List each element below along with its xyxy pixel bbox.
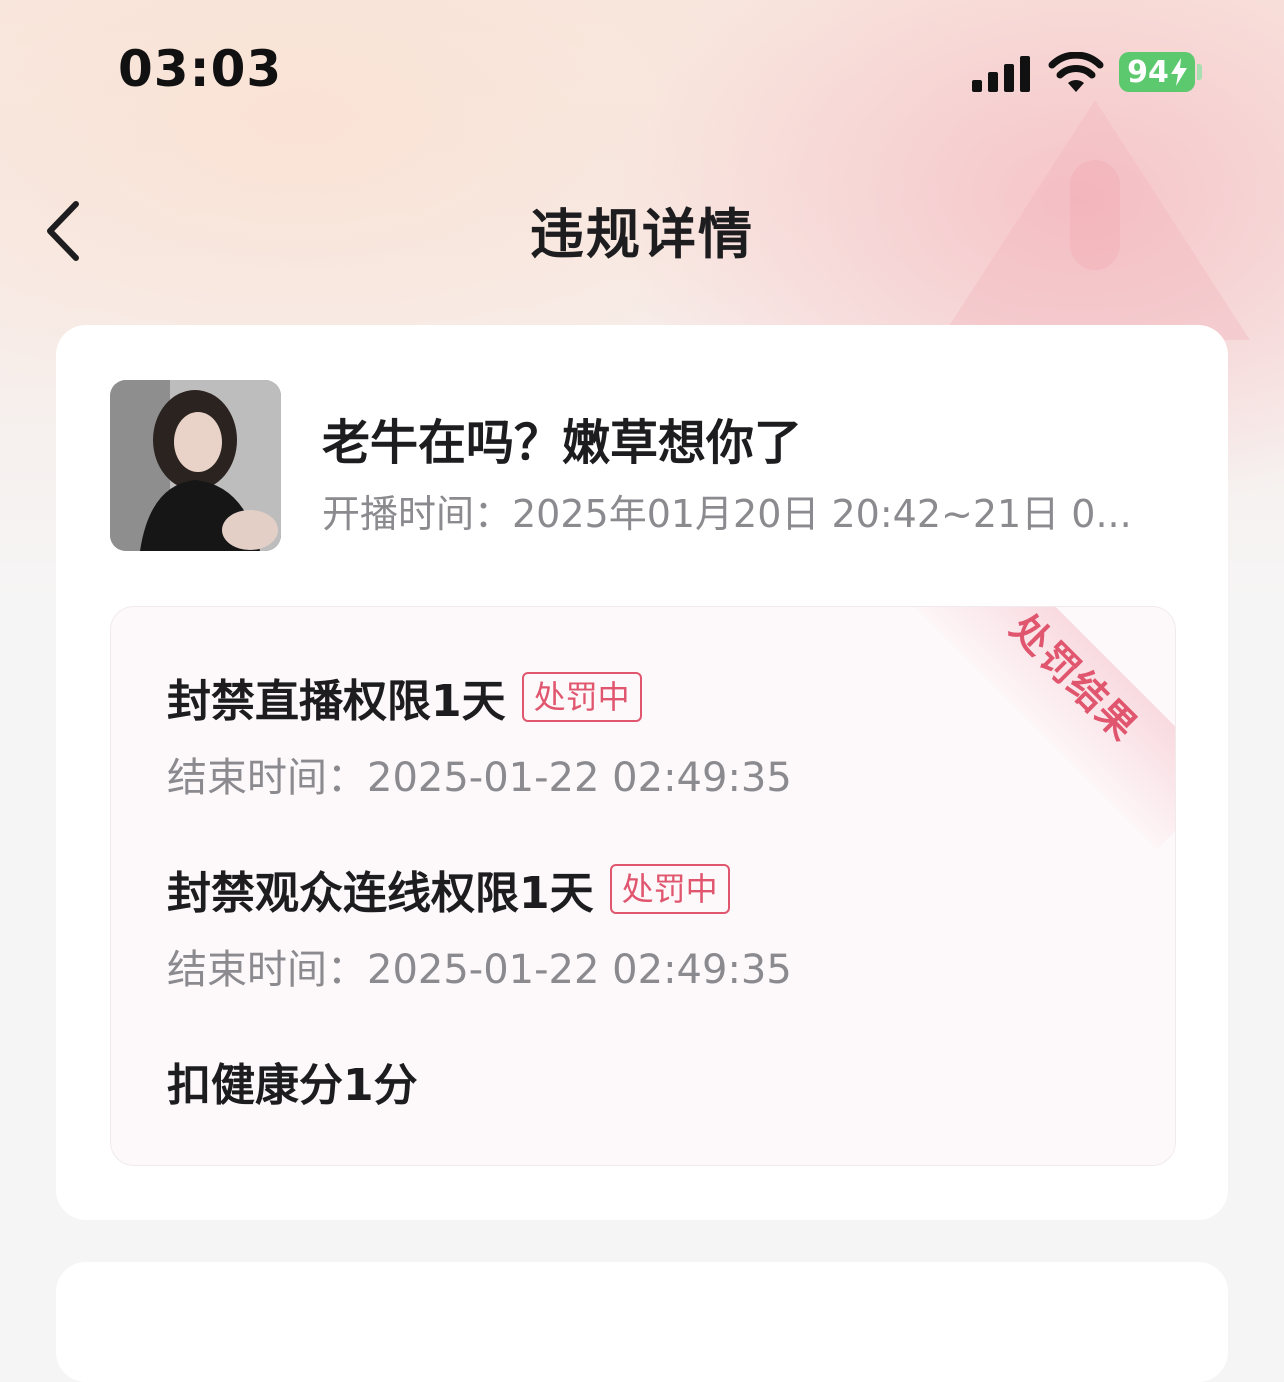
cellular-signal-icon — [972, 56, 1030, 92]
penalty-end-time: 结束时间：2025-01-22 02:49:35 — [167, 755, 792, 801]
stream-time: 开播时间：2025年01月20日 20:42~21日 0... — [322, 492, 1132, 536]
penalty-title: 扣健康分1分 — [167, 1060, 418, 1111]
penalty-item: 扣健康分1分 — [167, 1049, 418, 1113]
penalty-title: 封禁观众连线权限1天 — [167, 868, 594, 919]
penalty-end-time: 结束时间：2025-01-22 02:49:35 — [167, 947, 792, 993]
penalty-item: 封禁直播权限1天 处罚中 — [167, 665, 642, 729]
ribbon-label: 处罚结果 — [1002, 606, 1147, 750]
battery-cap — [1197, 64, 1202, 80]
stream-title: 老牛在吗？嫩草想你了 — [322, 415, 803, 471]
secondary-card — [56, 1262, 1228, 1382]
charging-bolt-icon — [1170, 58, 1187, 86]
penalty-result-ribbon: 处罚结果 — [902, 606, 1175, 850]
battery-indicator: 94 — [1119, 52, 1195, 92]
avatar-image — [110, 380, 281, 551]
page-title: 违规详情 — [530, 203, 754, 266]
wifi-icon — [1048, 52, 1104, 92]
status-badge: 处罚中 — [521, 672, 642, 722]
streamer-avatar[interactable] — [110, 380, 281, 551]
status-time: 03:03 — [118, 40, 283, 98]
penalty-title: 封禁直播权限1天 — [167, 676, 506, 727]
battery-level: 94 — [1127, 54, 1169, 90]
status-badge: 处罚中 — [609, 864, 730, 914]
penalty-item: 封禁观众连线权限1天 处罚中 — [167, 857, 730, 921]
violation-card: 老牛在吗？嫩草想你了 开播时间：2025年01月20日 20:42~21日 0.… — [56, 325, 1228, 1220]
penalty-result-panel: 处罚结果 封禁直播权限1天 处罚中 结束时间：2025-01-22 02:49:3… — [110, 606, 1176, 1166]
